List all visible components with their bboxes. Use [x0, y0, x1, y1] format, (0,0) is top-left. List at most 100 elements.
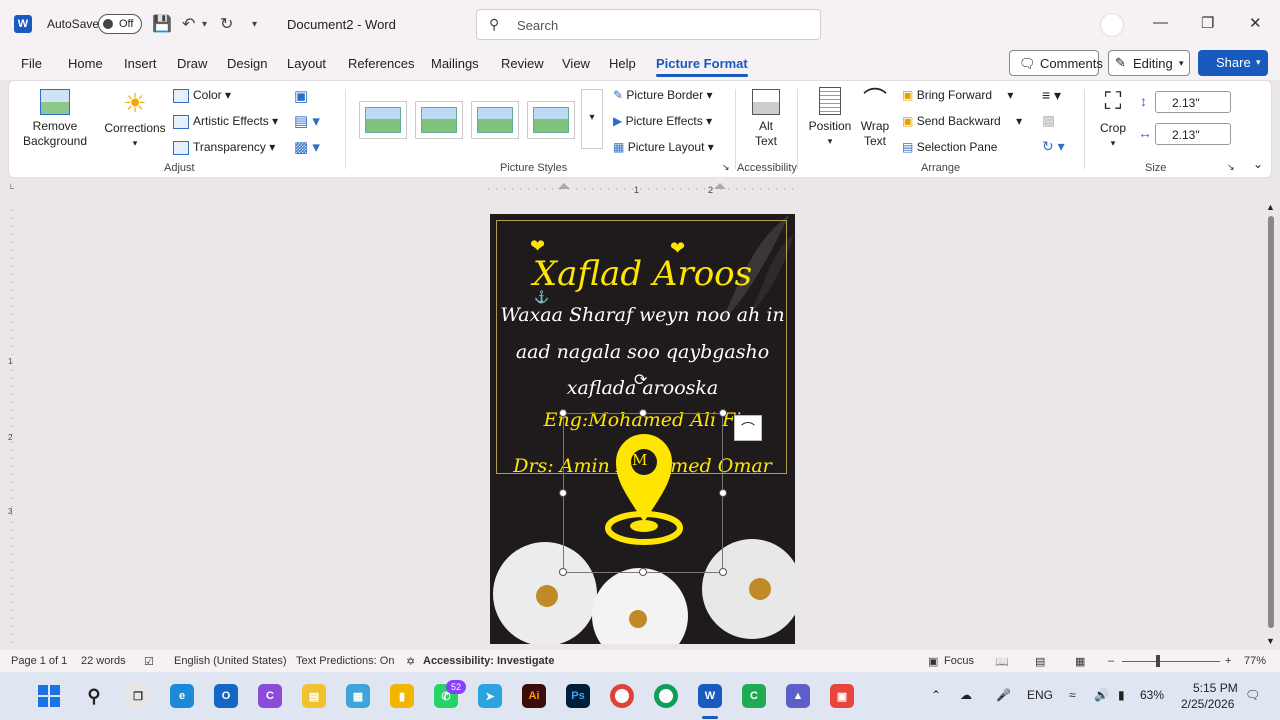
accessibility-status[interactable]: Accessibility: Investigate [423, 655, 554, 667]
tab-file[interactable]: File [21, 56, 42, 71]
save-icon[interactable]: 💾 [152, 14, 172, 34]
resize-handle[interactable] [639, 409, 647, 417]
read-mode-icon[interactable]: 📖 [995, 655, 1009, 668]
align-icon[interactable]: ≡ ▾ [1042, 87, 1061, 104]
share-button[interactable]: Share ▾ [1198, 50, 1268, 76]
compress-pictures-icon[interactable]: ▣ [294, 87, 308, 105]
comments-button[interactable]: 🗨 Comments [1009, 50, 1103, 76]
show-hidden-icons[interactable]: ⌃ [931, 688, 941, 702]
onedrive-icon[interactable]: ☁ [960, 688, 972, 702]
notifications-icon[interactable]: 🗨 [1245, 688, 1260, 702]
undo-icon[interactable]: ↶ [182, 14, 195, 34]
bring-forward-button[interactable]: ▣ Bring Forward ▾ [902, 88, 1013, 102]
tab-draw[interactable]: Draw [177, 56, 207, 71]
store-icon[interactable]: ▦ [346, 684, 370, 708]
photoshop-icon[interactable]: Ps [566, 684, 590, 708]
word-icon[interactable]: W [698, 684, 722, 708]
outlook-icon[interactable]: O [214, 684, 238, 708]
height-input[interactable]: 2.13" [1155, 91, 1231, 113]
vpn-icon[interactable]: ▲ [786, 684, 810, 708]
input-language[interactable]: ENG [1027, 688, 1053, 702]
resize-handle[interactable] [559, 489, 567, 497]
wrap-text-button[interactable]: ⌒ Wrap Text [857, 87, 893, 149]
vertical-scrollbar[interactable]: ▲ ▼ [1266, 202, 1276, 648]
resize-handle[interactable] [719, 489, 727, 497]
search-box[interactable]: ⚲ Search [476, 9, 821, 40]
picture-style-4[interactable] [527, 101, 575, 139]
transparency-button[interactable]: Transparency ▾ [173, 140, 275, 155]
tab-view[interactable]: View [562, 56, 590, 71]
zoom-in-icon[interactable]: + [1225, 655, 1231, 667]
styles-more-button[interactable]: ▾ [581, 89, 603, 149]
reset-picture-icon[interactable]: ▩ ▾ [294, 138, 320, 156]
change-picture-icon[interactable]: ▤ ▾ [294, 112, 320, 130]
battery-icon[interactable]: ▮ [1118, 688, 1125, 702]
autosave-toggle[interactable]: Off [98, 14, 142, 34]
color-button[interactable]: Color ▾ [173, 88, 231, 103]
camtasia-icon[interactable]: C [742, 684, 766, 708]
page-count[interactable]: Page 1 of 1 [11, 655, 67, 667]
word-count[interactable]: 22 words [81, 655, 126, 667]
task-view-icon[interactable]: ❐ [126, 684, 150, 708]
user-avatar[interactable] [1100, 13, 1124, 37]
corrections-button[interactable]: ☀ Corrections ▾ [101, 89, 169, 151]
tab-selector-icon[interactable]: └ [8, 184, 14, 193]
picture-style-2[interactable] [415, 101, 463, 139]
text-predictions[interactable]: Text Predictions: On [296, 655, 394, 667]
tab-design[interactable]: Design [227, 56, 267, 71]
microphone-icon[interactable]: 🎤 [996, 688, 1011, 702]
picture-layout-button[interactable]: ▦ Picture Layout ▾ [613, 140, 714, 154]
resize-handle[interactable] [639, 568, 647, 576]
remove-background-button[interactable]: Remove Background [17, 89, 93, 149]
tab-insert[interactable]: Insert [124, 56, 157, 71]
tab-home[interactable]: Home [68, 56, 103, 71]
zoom-out-icon[interactable]: – [1108, 655, 1114, 667]
scroll-up-icon[interactable]: ▲ [1266, 202, 1275, 212]
rotate-icon[interactable]: ↻ ▾ [1042, 138, 1065, 155]
chrome-icon[interactable] [610, 684, 634, 708]
start-icon[interactable] [37, 684, 61, 708]
dialog-launcher-icon[interactable]: ↘ [722, 162, 730, 173]
volume-icon[interactable]: 🔊 [1094, 688, 1109, 702]
search-icon[interactable]: ⚲ [82, 684, 106, 708]
width-input[interactable]: 2.13" [1155, 123, 1231, 145]
tab-mailings[interactable]: Mailings [431, 56, 479, 71]
redo-icon[interactable]: ↻ [220, 14, 233, 34]
web-layout-icon[interactable]: ▦ [1075, 655, 1085, 668]
crop-button[interactable]: ⛶ Crop ▾ [1093, 87, 1133, 151]
illustrator-icon[interactable]: Ai [522, 684, 546, 708]
print-layout-icon[interactable]: ▤ [1035, 655, 1045, 668]
undo-dropdown-icon[interactable]: ▾ [202, 19, 207, 30]
alt-text-button[interactable]: Alt Text [743, 89, 789, 149]
copilot-icon[interactable]: C [258, 684, 282, 708]
scrollbar-thumb[interactable] [1268, 216, 1274, 628]
tab-review[interactable]: Review [501, 56, 544, 71]
editing-button[interactable]: ✎ Editing ▾ [1108, 50, 1190, 76]
close-icon[interactable]: ✕ [1249, 14, 1262, 32]
dialog-launcher-icon[interactable]: ↘ [1227, 162, 1235, 173]
zoom-slider-thumb[interactable] [1156, 655, 1160, 667]
maximize-icon[interactable]: ❐ [1201, 14, 1214, 32]
language[interactable]: English (United States) [174, 655, 287, 667]
tab-picture-format[interactable]: Picture Format [656, 56, 748, 77]
clock-time[interactable]: 5:15 PM [1193, 681, 1238, 695]
resize-handle[interactable] [559, 568, 567, 576]
chrome-profile-icon[interactable] [654, 684, 678, 708]
picture-style-3[interactable] [471, 101, 519, 139]
clock-date[interactable]: 2/25/2026 [1181, 697, 1234, 711]
resize-handle[interactable] [719, 568, 727, 576]
tab-layout[interactable]: Layout [287, 56, 326, 71]
telegram-icon[interactable]: ➤ [478, 684, 502, 708]
zoom-slider[interactable] [1122, 661, 1220, 662]
collapse-ribbon-icon[interactable]: ⌄ [1253, 157, 1263, 171]
rotate-handle-icon[interactable]: ⟳ [634, 370, 647, 390]
battery-level[interactable]: 63% [1140, 688, 1164, 702]
file-explorer-icon[interactable]: ▤ [302, 684, 326, 708]
picture-border-button[interactable]: ✎ Picture Border ▾ [613, 88, 712, 102]
edge-icon[interactable]: e [170, 684, 194, 708]
power-bi-icon[interactable]: ▮ [390, 684, 414, 708]
picture-style-1[interactable] [359, 101, 407, 139]
position-button[interactable]: Position ▾ [805, 87, 855, 149]
scroll-down-icon[interactable]: ▼ [1266, 636, 1275, 646]
focus-mode[interactable]: Focus [944, 655, 974, 667]
